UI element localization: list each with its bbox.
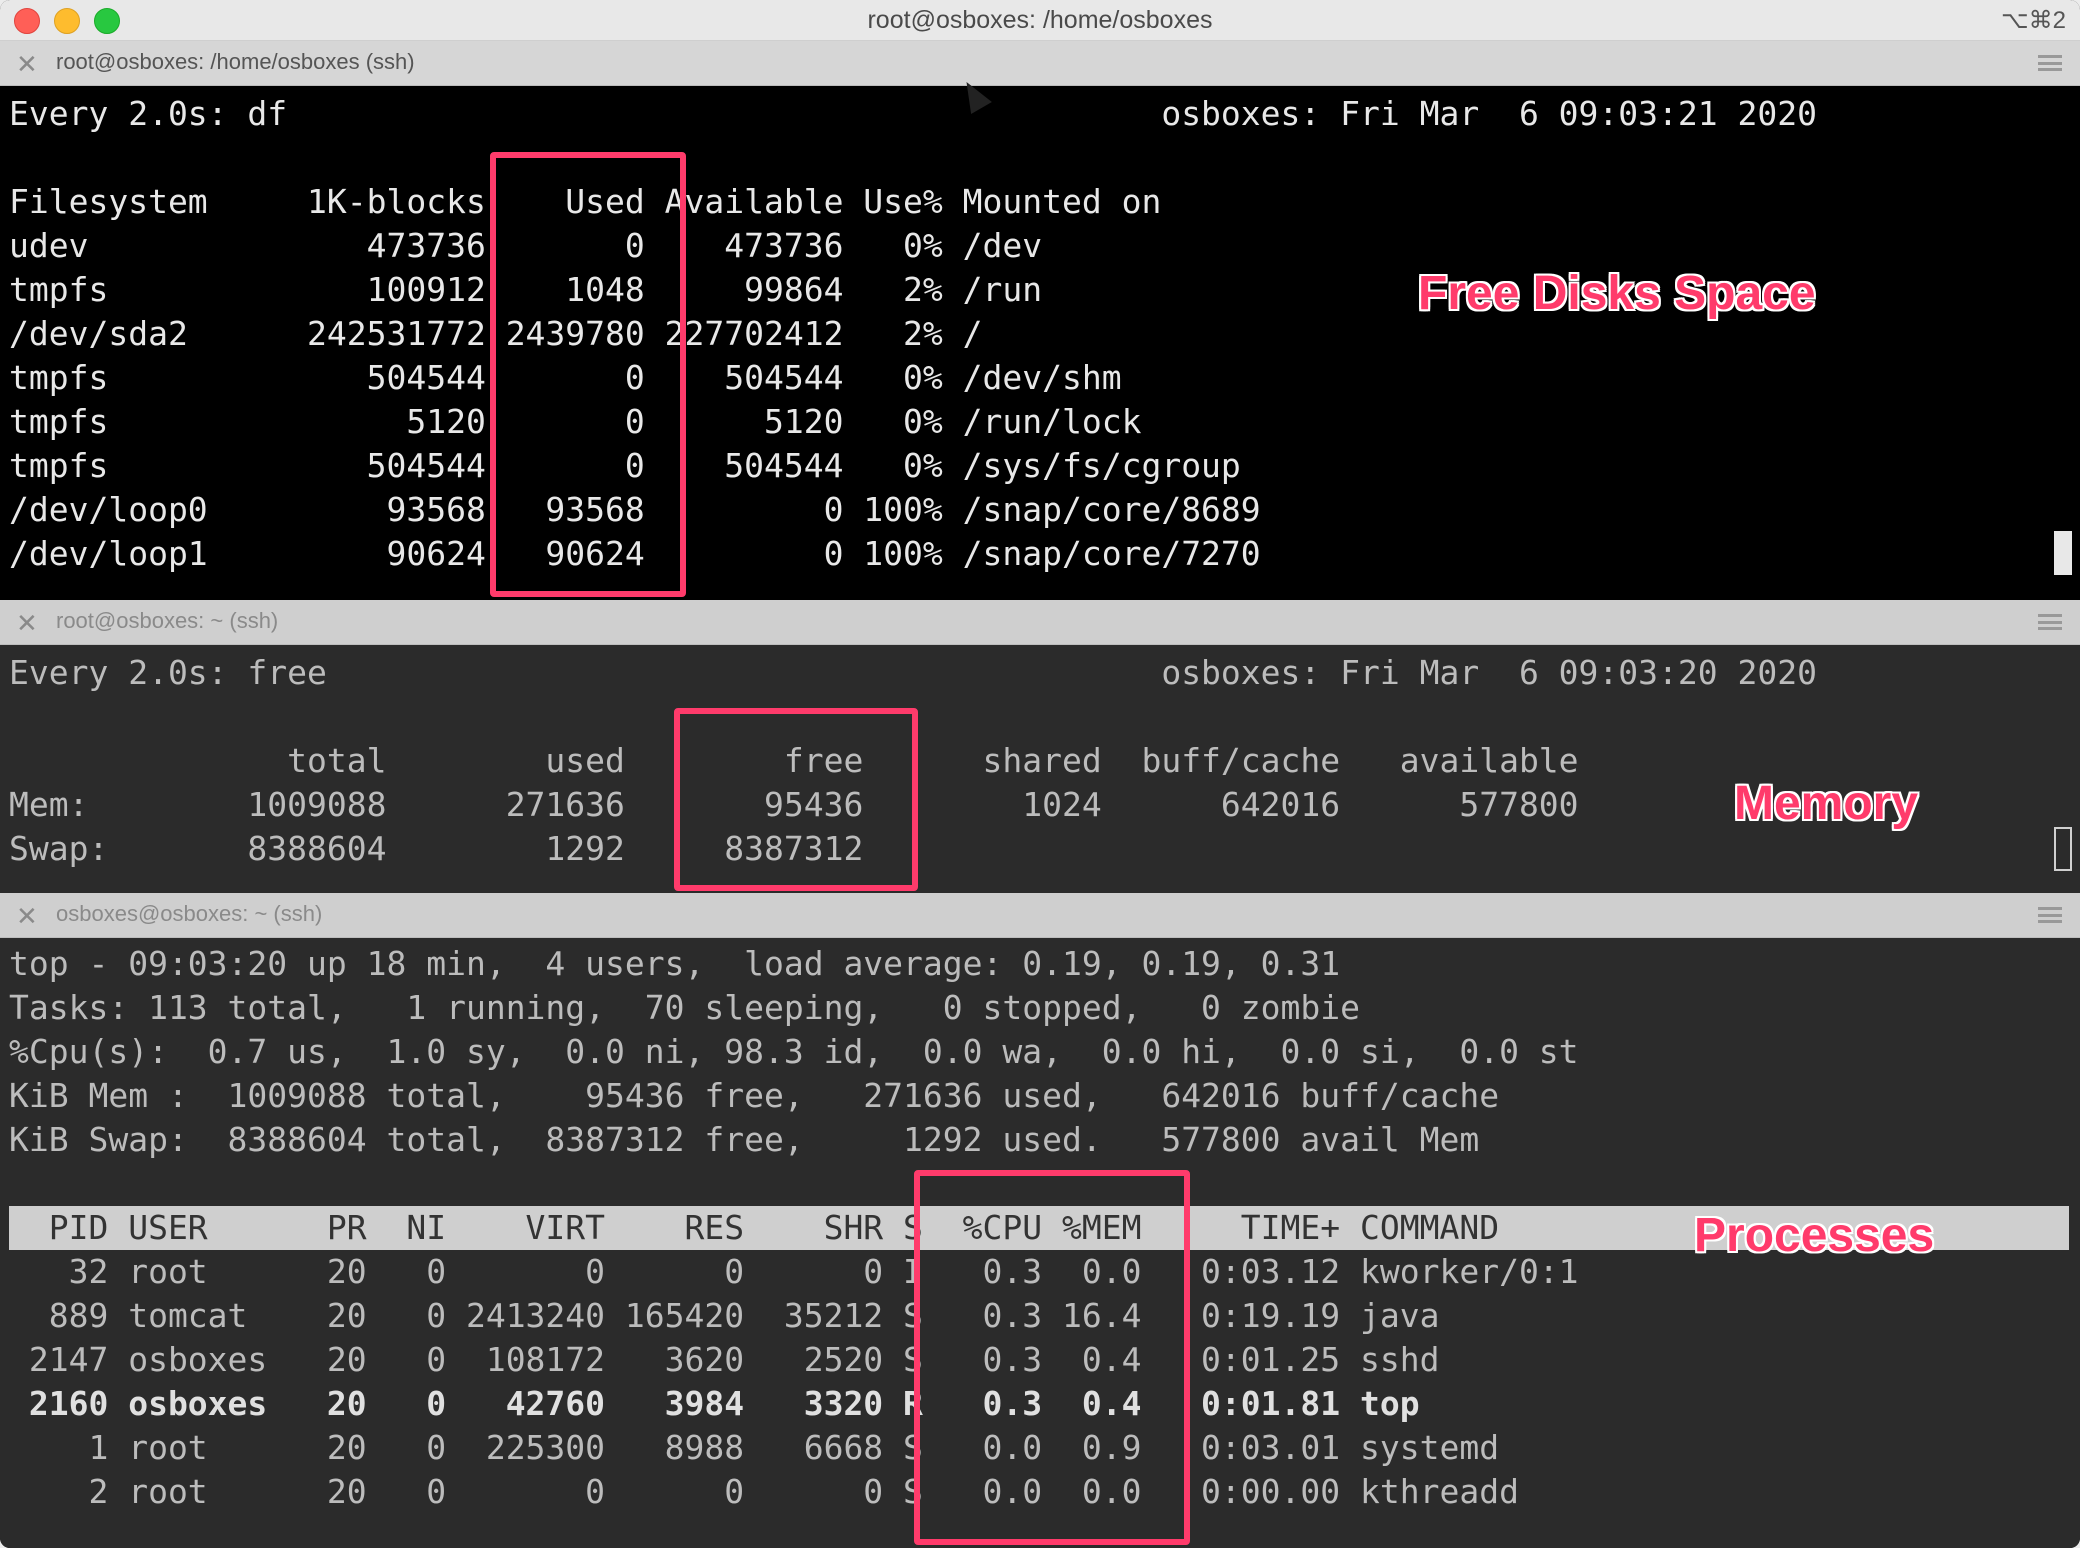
line: Swap: 8388604 1292 8387312 [9, 829, 864, 868]
line: Every 2.0s: df osboxes: Fri Mar 6 09:03:… [9, 94, 1817, 133]
terminal-pane-free[interactable]: Every 2.0s: free osboxes: Fri Mar 6 09:0… [0, 645, 2080, 893]
close-icon[interactable]: ✕ [16, 608, 38, 639]
line: top - 09:03:20 up 18 min, 4 users, load … [9, 944, 1341, 983]
line: KiB Swap: 8388604 total, 8387312 free, 1… [9, 1120, 1480, 1159]
line: tmpfs 5120 0 5120 0% /run/lock [9, 402, 1142, 441]
line: tmpfs 504544 0 504544 0% /dev/shm [9, 358, 1122, 397]
menu-icon[interactable] [2038, 614, 2062, 630]
window-shortcut-label: ⌥⌘2 [2000, 7, 2066, 34]
line: Filesystem 1K-blocks Used Available Use%… [9, 182, 1162, 221]
annotation-memory: Memory [1734, 777, 1919, 830]
table-row: 2 root 20 0 0 0 0 S 0.0 0.0 0:00.00 kthr… [9, 1472, 1519, 1511]
title-bar[interactable]: root@osboxes: /home/osboxes ⌥⌘2 [0, 0, 2080, 41]
line: KiB Mem : 1009088 total, 95436 free, 271… [9, 1076, 1500, 1115]
menu-icon[interactable] [2038, 55, 2062, 71]
line: tmpfs 100912 1048 99864 2% /run [9, 270, 1043, 309]
table-row: 889 tomcat 20 0 2413240 165420 35212 S 0… [9, 1296, 1440, 1335]
line: Tasks: 113 total, 1 running, 70 sleeping… [9, 988, 1361, 1027]
table-row: 32 root 20 0 0 0 0 I 0.3 0.0 0:03.12 kwo… [9, 1252, 1579, 1291]
line: Mem: 1009088 271636 95436 1024 642016 57… [9, 785, 1579, 824]
table-row: 2147 osboxes 20 0 108172 3620 2520 S 0.3… [9, 1340, 1440, 1379]
pane-tab-title: root@osboxes: /home/osboxes (ssh) [56, 49, 415, 74]
annotation-processes: Processes [1694, 1209, 1935, 1262]
line: tmpfs 504544 0 504544 0% /sys/fs/cgroup [9, 446, 1241, 485]
table-row: 1 root 20 0 225300 8988 6668 S 0.0 0.9 0… [9, 1428, 1500, 1467]
line: /dev/loop1 90624 90624 0 100% /snap/core… [9, 534, 1261, 573]
pane-tab-title: root@osboxes: ~ (ssh) [56, 608, 279, 633]
close-icon[interactable]: ✕ [16, 901, 38, 932]
terminal-cursor [2054, 827, 2072, 871]
terminal-cursor [2054, 531, 2072, 575]
line: total used free shared buff/cache availa… [9, 741, 1579, 780]
pane-tab-free[interactable]: ✕ root@osboxes: ~ (ssh) [0, 600, 2080, 645]
terminal-window: root@osboxes: /home/osboxes ⌥⌘2 ✕ root@o… [0, 0, 2080, 1548]
terminal-pane-df[interactable]: Every 2.0s: df osboxes: Fri Mar 6 09:03:… [0, 86, 2080, 600]
free-output: Every 2.0s: free osboxes: Fri Mar 6 09:0… [9, 651, 1817, 871]
line: %Cpu(s): 0.7 us, 1.0 sy, 0.0 ni, 98.3 id… [9, 1032, 1579, 1071]
df-output: Every 2.0s: df osboxes: Fri Mar 6 09:03:… [9, 92, 1817, 576]
pane-tab-top[interactable]: ✕ osboxes@osboxes: ~ (ssh) [0, 893, 2080, 938]
close-icon[interactable]: ✕ [16, 49, 38, 80]
menu-icon[interactable] [2038, 907, 2062, 923]
line: /dev/loop0 93568 93568 0 100% /snap/core… [9, 490, 1261, 529]
line: udev 473736 0 473736 0% /dev [9, 226, 1043, 265]
line: /dev/sda2 242531772 2439780 227702412 2%… [9, 314, 983, 353]
line: Every 2.0s: free osboxes: Fri Mar 6 09:0… [9, 653, 1817, 692]
pane-tab-title: osboxes@osboxes: ~ (ssh) [56, 901, 323, 926]
table-row: 2160 osboxes 20 0 42760 3984 3320 R 0.3 … [9, 1384, 1420, 1423]
pane-tab-df[interactable]: ✕ root@osboxes: /home/osboxes (ssh) [0, 41, 2080, 86]
annotation-disk-space: Free Disks Space [1418, 267, 1816, 320]
window-title: root@osboxes: /home/osboxes [867, 6, 1213, 34]
